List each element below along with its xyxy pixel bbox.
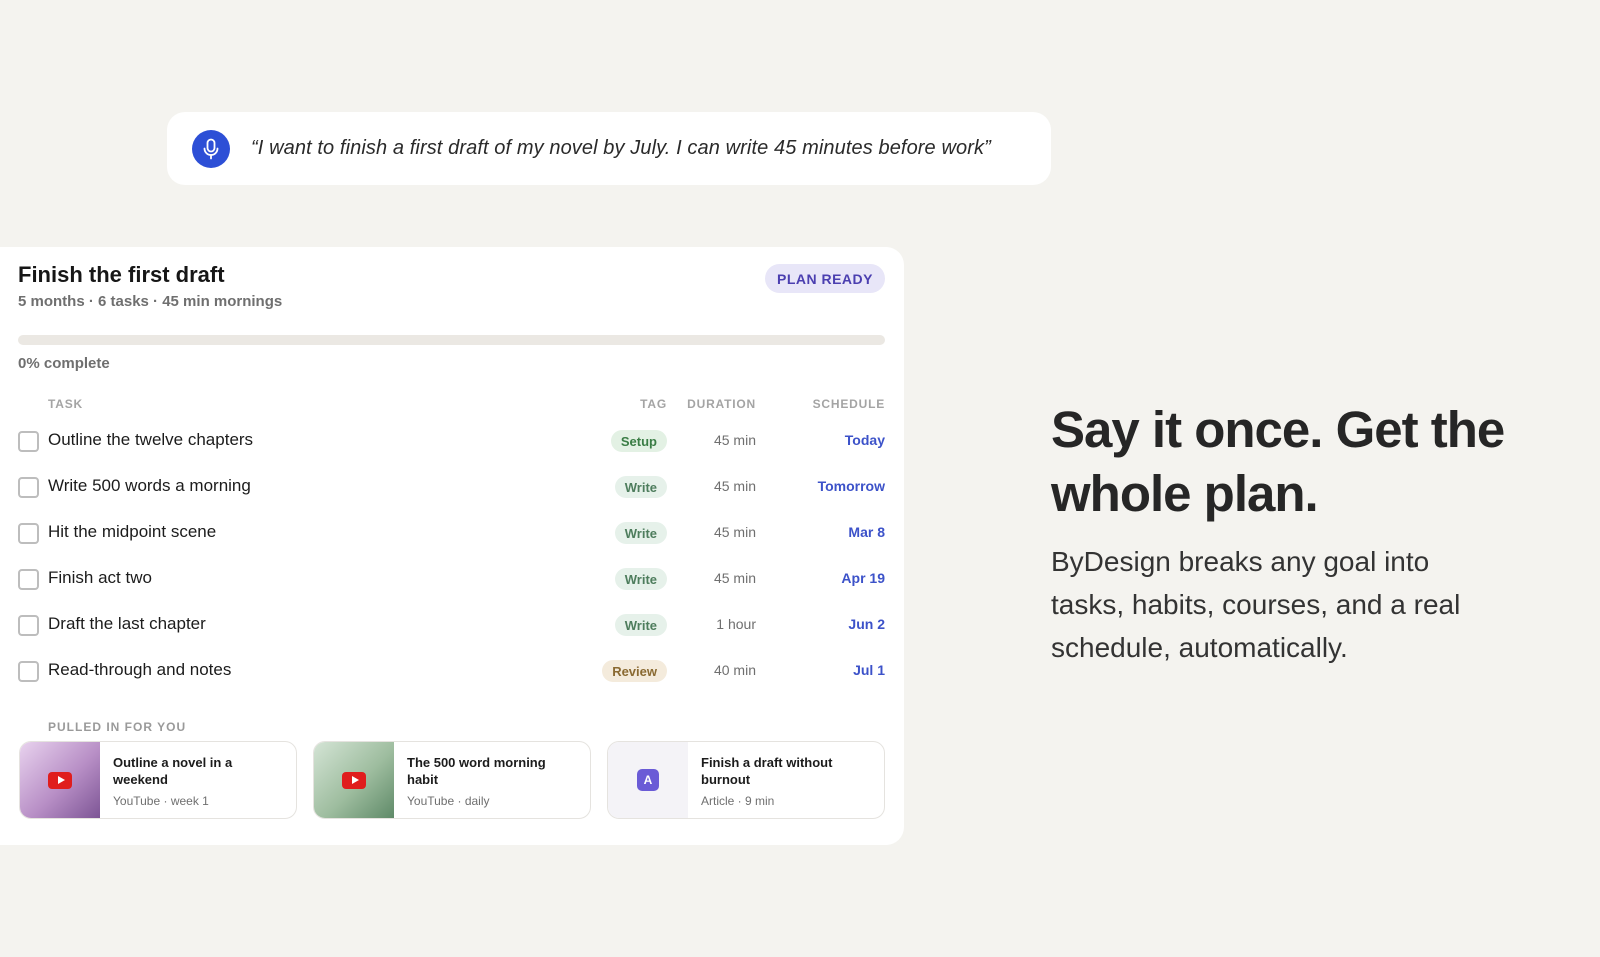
task-name: Hit the midpoint scene: [48, 522, 217, 541]
article-icon: A: [637, 769, 659, 791]
task-row[interactable]: Finish act two Write 45 min Apr 19: [0, 559, 904, 599]
task-duration: 45 min: [713, 570, 756, 586]
task-schedule[interactable]: Jul 1: [853, 662, 885, 678]
task-checkbox[interactable]: [18, 661, 39, 682]
plan-card: Finish the first draft 5 months · 6 task…: [0, 247, 904, 845]
task-tag: Review: [602, 660, 667, 682]
task-tag: Write: [614, 568, 667, 590]
column-header-schedule: SCHEDULE: [812, 397, 885, 411]
task-tag: Write: [614, 522, 667, 544]
task-name: Write 500 words a morning: [48, 476, 251, 495]
task-tag: Write: [614, 476, 667, 498]
task-row[interactable]: Read-through and notes Review 40 min Jul…: [0, 651, 904, 691]
task-row[interactable]: Outline the twelve chapters Setup 45 min…: [0, 421, 904, 461]
resource-thumbnail: [314, 742, 394, 818]
column-header-task: TASK: [48, 397, 83, 411]
resource-meta: Article · 9 min: [701, 794, 775, 808]
task-checkbox[interactable]: [18, 477, 39, 498]
marketing-subtext: ByDesign breaks any goal into tasks, hab…: [1051, 546, 1461, 663]
task-schedule[interactable]: Jun 2: [848, 616, 885, 632]
column-header-duration: DURATION: [687, 397, 756, 411]
youtube-play-icon: [342, 771, 366, 789]
plan-title: Finish the first draft: [18, 262, 225, 287]
task-checkbox[interactable]: [18, 615, 39, 636]
resource-thumbnail: A: [608, 742, 688, 818]
youtube-play-icon: [48, 771, 72, 789]
resource-card[interactable]: Outline a novel in a weekend YouTube · w…: [19, 741, 297, 819]
resource-title: The 500 word morning habit: [407, 755, 546, 787]
progress-bar: [18, 335, 885, 345]
resource-thumbnail: [20, 742, 100, 818]
task-schedule[interactable]: Mar 8: [848, 524, 885, 540]
task-name: Read-through and notes: [48, 660, 232, 679]
task-row[interactable]: Hit the midpoint scene Write 45 min Mar …: [0, 513, 904, 553]
task-name: Finish act two: [48, 568, 152, 587]
resource-title: Outline a novel in a weekend: [113, 755, 233, 787]
pulled-in-label: PULLED IN FOR YOU: [48, 720, 187, 734]
task-schedule[interactable]: Tomorrow: [818, 478, 885, 494]
task-checkbox[interactable]: [18, 569, 39, 590]
task-row[interactable]: Write 500 words a morning Write 45 min T…: [0, 467, 904, 507]
task-tag: Setup: [610, 430, 667, 452]
task-duration: 45 min: [713, 524, 756, 540]
task-name: Outline the twelve chapters: [48, 430, 254, 449]
resource-meta: YouTube · week 1: [113, 794, 209, 808]
column-header-tag: TAG: [640, 397, 667, 411]
resource-card[interactable]: A Finish a draft without burnout Article…: [607, 741, 885, 819]
task-name: Draft the last chapter: [48, 614, 206, 633]
resource-meta: YouTube · daily: [407, 794, 490, 808]
task-checkbox[interactable]: [18, 431, 39, 452]
task-duration: 40 min: [713, 662, 756, 678]
resource-title: Finish a draft without burnout: [701, 755, 833, 787]
voice-quote: “I want to finish a first draft of my no…: [251, 137, 991, 159]
task-duration: 45 min: [713, 432, 756, 448]
resource-card[interactable]: The 500 word morning habit YouTube · dai…: [313, 741, 591, 819]
voice-prompt-bubble: “I want to finish a first draft of my no…: [167, 112, 1051, 185]
task-duration: 45 min: [713, 478, 756, 494]
task-row[interactable]: Draft the last chapter Write 1 hour Jun …: [0, 605, 904, 645]
plan-meta: 5 months · 6 tasks · 45 min mornings: [18, 293, 283, 310]
microphone-icon[interactable]: [192, 129, 230, 168]
task-schedule[interactable]: Today: [845, 432, 885, 448]
task-duration: 1 hour: [716, 616, 756, 632]
plan-status-badge: PLAN READY: [765, 264, 885, 293]
progress-label: 0% complete: [18, 355, 110, 372]
task-checkbox[interactable]: [18, 523, 39, 544]
task-schedule[interactable]: Apr 19: [841, 570, 885, 586]
marketing-headline: Say it once. Get the whole plan.: [1051, 401, 1505, 522]
task-tag: Write: [614, 614, 667, 636]
